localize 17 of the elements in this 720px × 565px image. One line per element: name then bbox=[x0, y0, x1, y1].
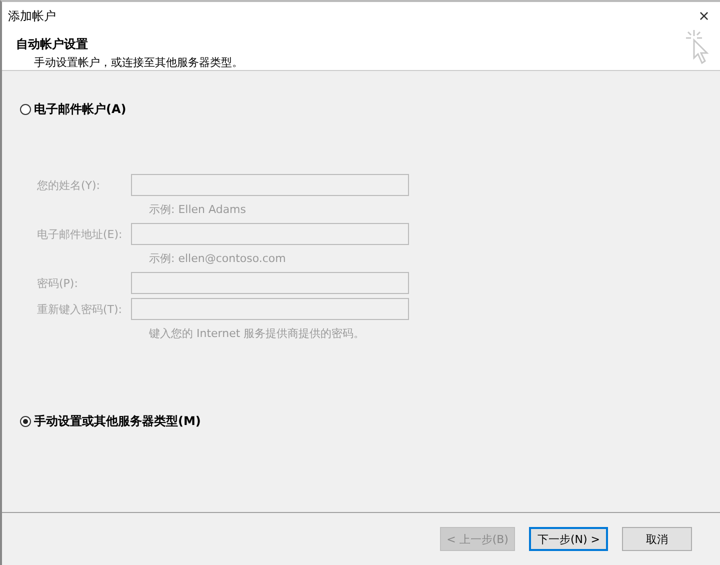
field-hint: 键入您的 Internet 服务提供商提供的密码。 bbox=[148, 326, 365, 341]
cancel-button[interactable]: 取消 bbox=[622, 527, 692, 551]
window-title: 添加帐户 bbox=[8, 8, 56, 24]
field-label: 您的姓名(Y): bbox=[37, 178, 102, 192]
option-label[interactable]: 电子邮件帐户(A) bbox=[34, 101, 126, 118]
field-label: 重新键入密码(T): bbox=[37, 302, 124, 316]
header-subtitle: 手动设置帐户，或连接至其他服务器类型。 bbox=[33, 55, 243, 70]
next-button[interactable]: 下一步(N) > bbox=[529, 527, 608, 551]
field-label: 密码(P): bbox=[37, 276, 79, 290]
radio-button[interactable] bbox=[20, 104, 31, 115]
radio-button[interactable] bbox=[20, 416, 31, 427]
close-button[interactable]: × bbox=[688, 3, 720, 29]
field-label: 电子邮件地址(E): bbox=[37, 226, 124, 242]
field-hint: 示例: Ellen Adams bbox=[148, 202, 246, 217]
option-label[interactable]: 手动设置或其他服务器类型(M) bbox=[34, 413, 201, 430]
field-hint: 示例: ellen@contoso.com bbox=[148, 251, 286, 266]
header-title: 自动帐户设置 bbox=[16, 36, 89, 53]
